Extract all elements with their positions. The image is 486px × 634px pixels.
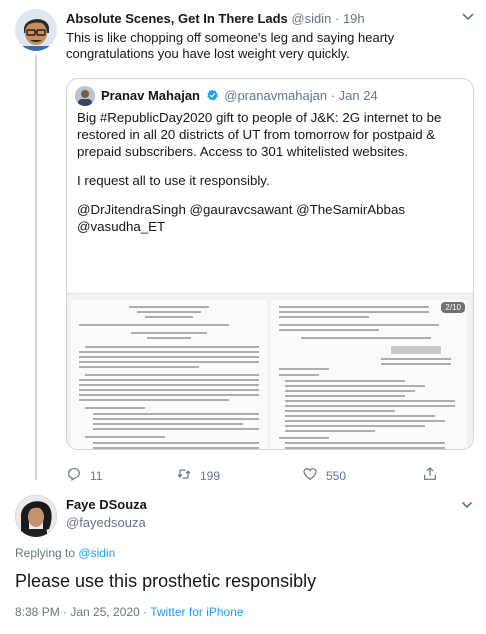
tweet-actions: 11 199 550 <box>66 466 466 483</box>
replying-to-link[interactable]: @sidin <box>78 546 115 560</box>
separator-dot: · <box>334 11 340 26</box>
reply-author-name[interactable]: Faye DSouza <box>66 497 147 513</box>
reply-author-avatar[interactable] <box>15 495 57 537</box>
author-handle[interactable]: @sidin <box>291 11 331 26</box>
tweet-time[interactable]: 19h <box>343 11 365 26</box>
focused-reply-tweet: Faye DSouza @fayedsouza Replying to @sid… <box>0 482 486 634</box>
reply-timestamp[interactable]: 8:38 PM · Jan 25, 2020 <box>15 605 140 619</box>
quoted-paragraph-2: I request all to use it responsibly. <box>77 173 270 188</box>
retweet-count: 199 <box>200 468 221 483</box>
separator-dot: · <box>330 88 336 103</box>
image-count-badge: 2/10 <box>441 302 465 313</box>
tweet-header: Absolute Scenes, Get In There Lads @sidi… <box>66 11 365 27</box>
quoted-paragraph-1: Big #RepublicDay2020 gift to people of J… <box>77 110 442 159</box>
reply-count: 11 <box>90 468 103 483</box>
quoted-author-name[interactable]: Pranav Mahajan <box>101 88 200 103</box>
quoted-author-handle[interactable]: @pranavmahajan <box>224 88 327 103</box>
quoted-date[interactable]: Jan 24 <box>339 88 378 103</box>
tweet-text: This is like chopping off someone's leg … <box>66 30 395 61</box>
document-image[interactable]: 2/10 <box>67 293 473 449</box>
quoted-author-avatar[interactable] <box>75 86 95 106</box>
document-page-right <box>271 300 467 449</box>
thread-line <box>35 55 37 480</box>
quoted-tweet[interactable]: Pranav Mahajan @pranavmahajan · Jan 24 B… <box>66 78 474 450</box>
tweet-metadata: 8:38 PM · Jan 25, 2020 · Twitter for iPh… <box>15 605 244 619</box>
reply-text: Please use this prosthetic responsibly <box>15 571 317 591</box>
source-link[interactable]: Twitter for iPhone <box>150 605 243 619</box>
quoted-text: Big #RepublicDay2020 gift to people of J… <box>77 109 469 235</box>
document-page-left <box>71 300 267 449</box>
verified-icon <box>206 89 219 102</box>
tweet[interactable]: Absolute Scenes, Get In There Lads @sidi… <box>0 0 486 483</box>
replying-to-label: Replying to <box>15 546 76 560</box>
reply-author-handle[interactable]: @fayedsouza <box>66 515 146 531</box>
more-icon[interactable] <box>460 10 476 24</box>
like-count: 550 <box>326 468 347 483</box>
replying-to: Replying to @sidin <box>15 546 115 560</box>
quoted-header: Pranav Mahajan @pranavmahajan · Jan 24 <box>101 88 378 104</box>
separator-dot: · <box>139 605 151 619</box>
quoted-mentions[interactable]: @DrJitendraSingh @gauravcsawant @TheSami… <box>77 201 469 235</box>
author-avatar[interactable] <box>15 9 57 51</box>
author-name[interactable]: Absolute Scenes, Get In There Lads <box>66 11 288 26</box>
chevron-down-icon[interactable] <box>460 498 474 512</box>
